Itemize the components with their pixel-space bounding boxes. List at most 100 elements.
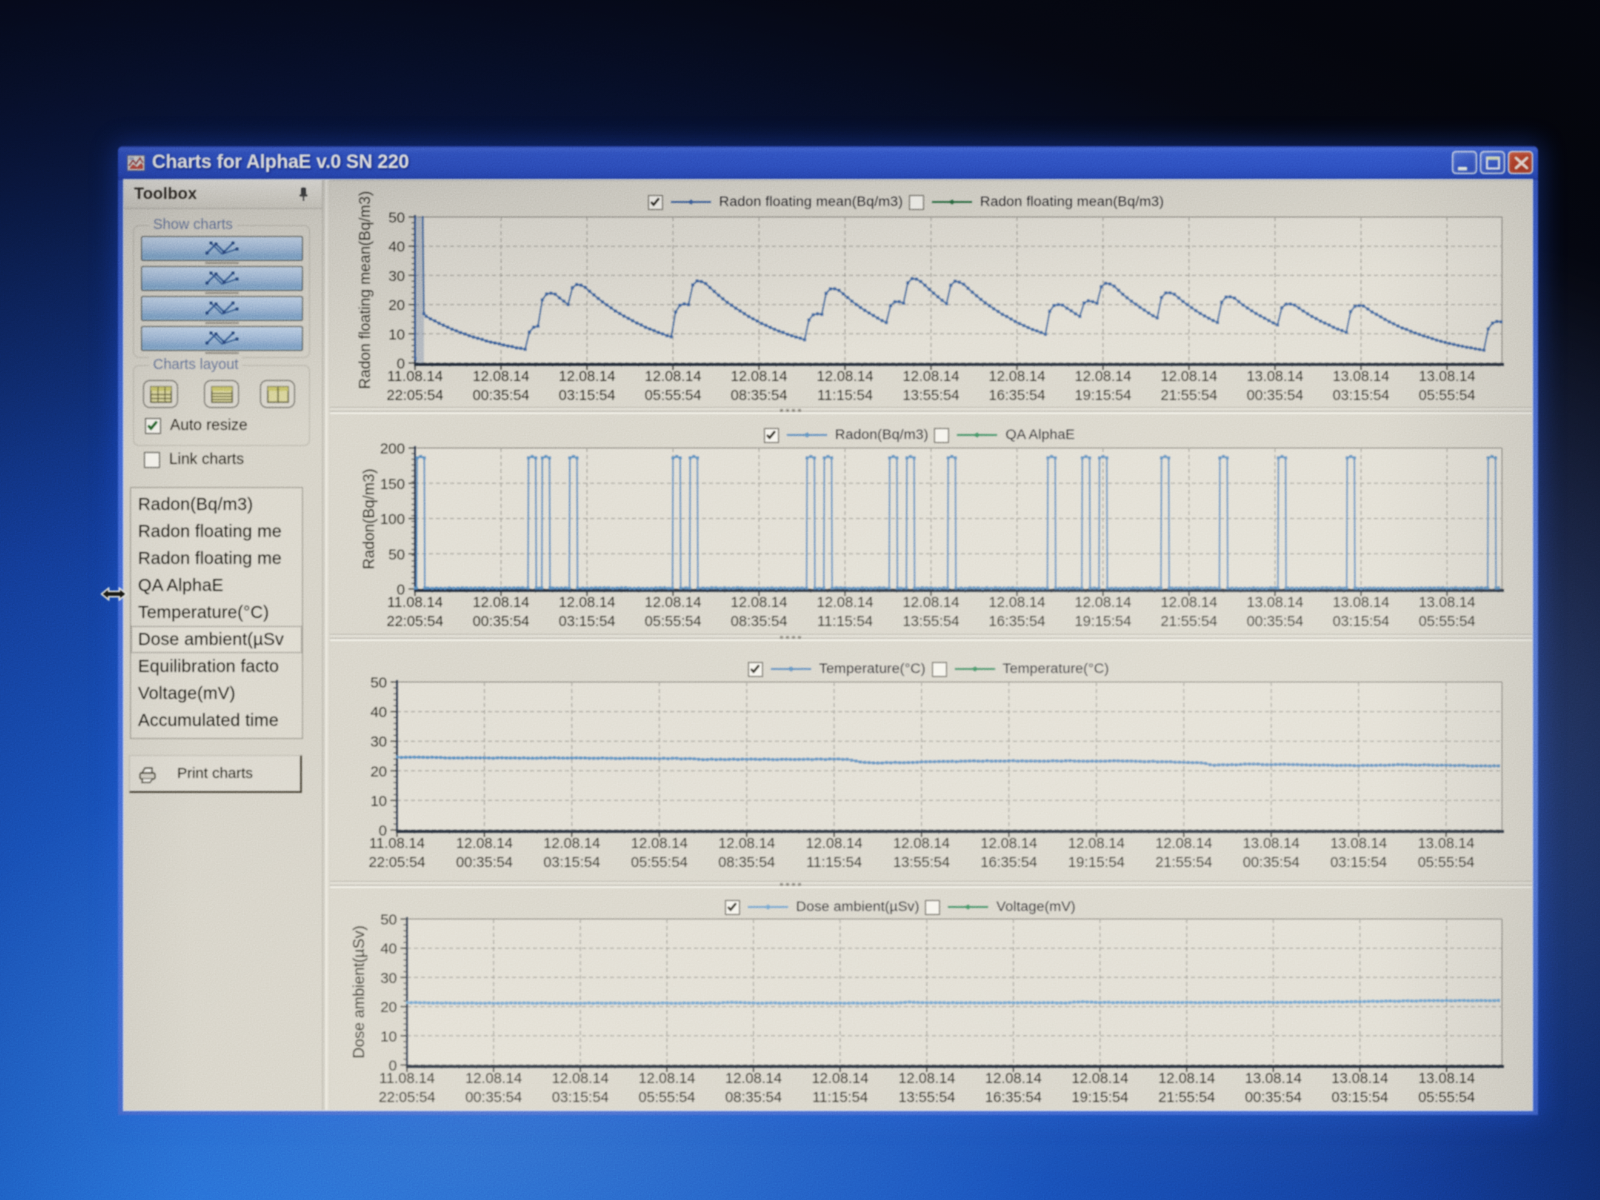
grid-layout-icon (149, 385, 172, 403)
x-tick-date-label: 12.08.14 (552, 1071, 609, 1087)
legend-checkbox[interactable] (748, 661, 763, 677)
legend-checkbox[interactable] (648, 194, 663, 210)
legend-checkbox[interactable] (931, 661, 947, 677)
x-tick-date-label: 12.08.14 (559, 369, 616, 385)
chart-splitter-1[interactable] (330, 407, 1532, 414)
y-tick-label: 10 (370, 793, 387, 810)
x-tick-time-label: 11:15:54 (817, 614, 873, 630)
list-item[interactable]: Radon floating me (131, 545, 302, 572)
x-tick-date-label: 11.08.14 (387, 369, 443, 385)
close-button[interactable] (1508, 151, 1533, 174)
chart-splitter-3[interactable] (330, 881, 1532, 888)
list-item[interactable]: Radon(Bq/m3) (131, 491, 302, 518)
minimize-button[interactable] (1452, 151, 1477, 174)
x-tick-date-label: 12.08.14 (631, 836, 688, 852)
x-tick-time-label: 00:35:54 (473, 614, 530, 630)
legend-label: Temperature(°C) (1002, 661, 1110, 677)
legend-label: Voltage(mV) (996, 899, 1076, 915)
x-tick-time-label: 16:35:54 (989, 614, 1046, 630)
series-listbox[interactable]: Radon(Bq/m3) Radon floating me Radon float… (130, 487, 303, 739)
x-tick-time-label: 21:55:54 (1161, 614, 1218, 630)
link-charts-checkbox[interactable]: Link charts (144, 451, 244, 469)
legend-label: Radon(Bq/m3) (835, 427, 929, 443)
charts-layout-label: Charts layout (149, 357, 243, 373)
pushpin-icon[interactable] (297, 187, 310, 202)
x-tick-date-label: 12.08.14 (985, 1071, 1042, 1087)
legend-line-sample (670, 199, 712, 205)
maximize-button[interactable] (1480, 151, 1505, 174)
legend-checkbox[interactable] (925, 899, 941, 915)
legend-item: Dose ambient(µSv) (725, 899, 919, 915)
x-tick-date-label: 12.08.14 (817, 369, 874, 385)
x-tick-time-label: 08:35:54 (731, 388, 788, 404)
x-tick-time-label: 03:15:54 (552, 1090, 609, 1106)
chart-splitter-2[interactable] (330, 634, 1532, 641)
auto-resize-checkbox[interactable]: Auto resize (145, 417, 248, 435)
x-tick-time-label: 03:15:54 (1333, 388, 1390, 404)
x-tick-date-label: 12.08.14 (989, 369, 1046, 385)
print-charts-button[interactable]: Print charts (129, 755, 302, 793)
layout-rows-button[interactable] (204, 380, 239, 408)
chart-legend-2: Radon(Bq/m3) QA AlphaE (764, 426, 1081, 444)
x-tick-date-label: 12.08.14 (812, 1071, 869, 1087)
legend-item: Radon floating mean(Bq/m3) (648, 194, 903, 210)
y-axis-title: Radon(Bq/m3) (361, 469, 378, 570)
list-item[interactable]: Temperature(°C) (131, 599, 302, 626)
show-chart-button-3[interactable] (141, 296, 303, 321)
x-tick-time-label: 13:55:54 (903, 614, 960, 630)
layout-grid-button[interactable] (143, 380, 178, 408)
x-tick-date-label: 12.08.14 (731, 369, 788, 385)
x-tick-time-label: 19:15:54 (1072, 1090, 1129, 1106)
legend-item: Voltage(mV) (925, 899, 1075, 915)
x-tick-date-label: 12.08.14 (718, 836, 775, 852)
x-tick-date-label: 12.08.14 (645, 369, 702, 385)
line-chart-icon (205, 331, 239, 345)
titlebar[interactable]: Charts for AlphaE v.0 SN 220 (118, 146, 1538, 180)
x-tick-time-label: 05:55:54 (631, 855, 688, 871)
chart-panel-4: 0 10 20 30 40 50 11.08.14 22:05:54 12.08.14 00:35… (330, 885, 1532, 1111)
show-chart-button-2[interactable] (141, 266, 303, 291)
x-tick-time-label: 22:05:54 (379, 1090, 436, 1106)
x-tick-time-label: 21:55:54 (1158, 1090, 1215, 1106)
rows-layout-icon (210, 385, 233, 403)
legend-checkbox[interactable] (908, 194, 924, 210)
y-tick-label: 30 (380, 970, 397, 987)
printer-icon (139, 767, 156, 784)
x-tick-time-label: 03:15:54 (559, 614, 616, 630)
y-tick-label: 50 (388, 546, 405, 563)
show-chart-button-4[interactable] (141, 326, 303, 351)
x-tick-date-label: 13.08.14 (1333, 595, 1390, 611)
list-item[interactable]: Dose ambient(µSv (131, 626, 302, 653)
chart-button-caption (204, 292, 239, 294)
x-tick-time-label: 03:15:54 (1331, 1090, 1388, 1106)
legend-checkbox[interactable] (934, 427, 950, 443)
layout-columns-button[interactable] (260, 380, 295, 408)
y-tick-label: 50 (370, 675, 387, 692)
chart-legend-4: Dose ambient(µSv) Voltage(mV) (725, 898, 1082, 916)
legend-item: QA AlphaE (934, 427, 1075, 443)
y-tick-label: 20 (370, 763, 387, 780)
x-tick-date-label: 12.08.14 (806, 836, 863, 852)
x-tick-time-label: 05:55:54 (1418, 1090, 1475, 1106)
list-item[interactable]: Voltage(mV) (131, 680, 302, 707)
auto-resize-box (145, 418, 161, 434)
legend-checkbox[interactable] (725, 899, 740, 915)
legend-label: Temperature(°C) (819, 661, 926, 677)
y-tick-label: 150 (380, 476, 405, 493)
x-tick-date-label: 13.08.14 (1247, 595, 1304, 611)
y-tick-label: 30 (388, 268, 405, 285)
x-tick-date-label: 12.08.14 (1068, 836, 1125, 852)
list-item[interactable]: Radon floating me (131, 518, 302, 545)
x-tick-time-label: 21:55:54 (1161, 388, 1218, 404)
x-tick-date-label: 11.08.14 (369, 836, 425, 852)
x-tick-time-label: 13:55:54 (893, 855, 950, 871)
show-chart-button-1[interactable] (141, 236, 303, 261)
legend-line-sample (957, 432, 998, 438)
x-tick-time-label: 21:55:54 (1155, 855, 1212, 871)
legend-checkbox[interactable] (764, 427, 779, 443)
list-item[interactable]: Equilibration facto (131, 653, 302, 680)
list-item[interactable]: Accumulated time (131, 707, 302, 734)
legend-item: Radon(Bq/m3) (764, 427, 928, 443)
y-tick-label: 40 (388, 239, 405, 256)
list-item[interactable]: QA AlphaE (131, 572, 302, 599)
